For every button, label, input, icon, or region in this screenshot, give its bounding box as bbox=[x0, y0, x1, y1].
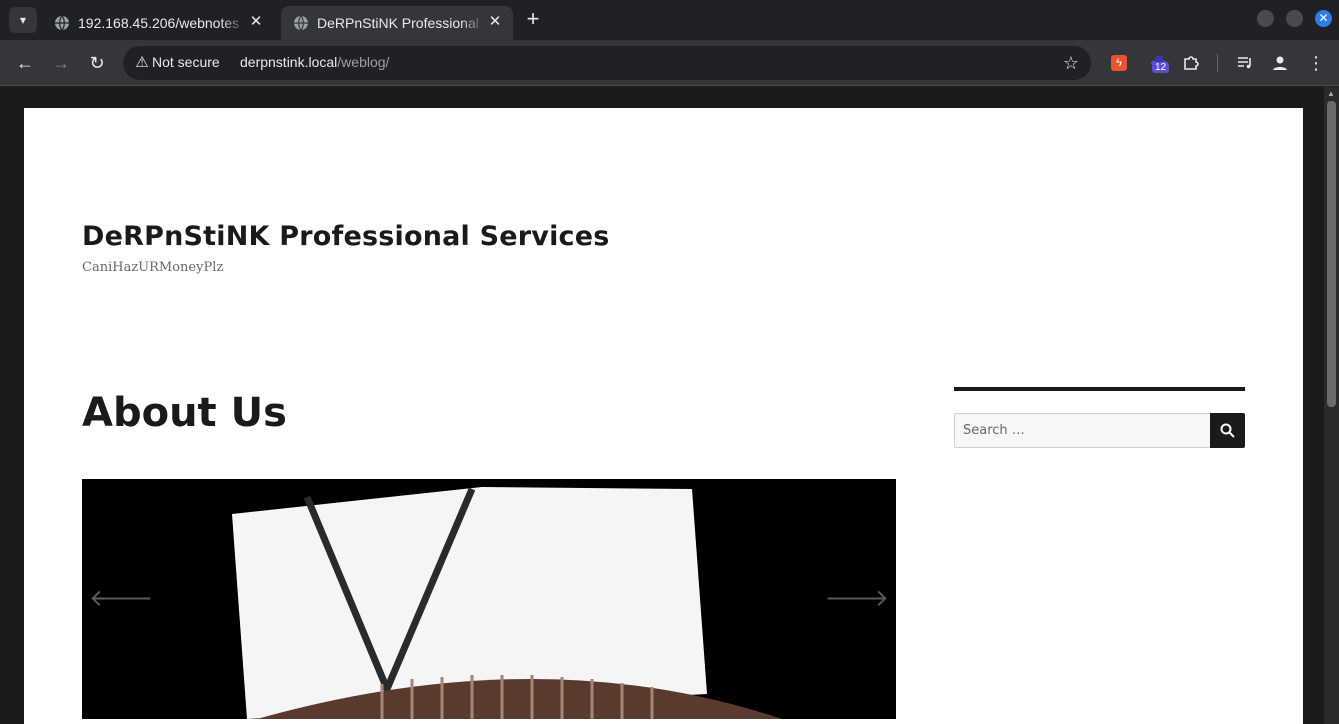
media-icon[interactable] bbox=[1234, 52, 1256, 74]
puzzle-icon[interactable] bbox=[1180, 52, 1202, 74]
url-host: derpnstink.local bbox=[240, 54, 338, 70]
tab-title: 192.168.45.206/webnotes bbox=[78, 15, 240, 31]
site-description: CaniHazURMoneyPlz bbox=[82, 260, 224, 275]
tab-list-button[interactable]: ▾ bbox=[9, 7, 37, 33]
chevron-down-icon: ▾ bbox=[19, 13, 27, 27]
window-close-button[interactable]: ✕ bbox=[1315, 10, 1332, 27]
globe-icon bbox=[294, 15, 308, 31]
url-path: /weblog/ bbox=[337, 54, 390, 70]
search-input[interactable] bbox=[954, 413, 1211, 448]
browser-toolbar: ← → ↻ ⚠ Not secure derpnstink.local/webl… bbox=[0, 40, 1339, 86]
url-text[interactable]: derpnstink.local/weblog/ bbox=[240, 54, 389, 70]
page-scrollbar[interactable]: ▲ bbox=[1324, 87, 1339, 724]
search-icon bbox=[1220, 423, 1235, 438]
forward-icon[interactable]: → bbox=[50, 52, 72, 74]
reload-icon[interactable]: ↻ bbox=[86, 52, 108, 74]
globe-icon bbox=[55, 15, 69, 31]
menu-icon[interactable]: ⋮ bbox=[1305, 52, 1327, 74]
minimize-button[interactable] bbox=[1257, 10, 1274, 27]
plus-icon[interactable]: + bbox=[521, 8, 545, 32]
tab-derpnstink[interactable]: DeRPnStiNK Professional Services ✕ bbox=[281, 6, 513, 40]
search-button[interactable] bbox=[1210, 413, 1245, 448]
security-label[interactable]: Not secure bbox=[152, 54, 220, 70]
site-title[interactable]: DeRPnStiNK Professional Services bbox=[82, 221, 610, 252]
slider-prev-arrow-icon[interactable]: 🡐 bbox=[89, 587, 153, 611]
tab-strip: ▾ 192.168.45.206/webnotes ✕ DeRPnStiNK P… bbox=[0, 0, 1339, 40]
close-icon[interactable]: ✕ bbox=[248, 14, 264, 30]
extension-badge-count: 12 bbox=[1152, 62, 1170, 73]
tab-webnotes[interactable]: 192.168.45.206/webnotes ✕ bbox=[42, 6, 274, 40]
warning-icon[interactable]: ⚠ bbox=[133, 54, 151, 72]
slider-image bbox=[82, 479, 896, 719]
tab-title: DeRPnStiNK Professional Services bbox=[317, 15, 485, 31]
scroll-up-icon[interactable]: ▲ bbox=[1327, 89, 1335, 98]
widget-divider bbox=[954, 387, 1245, 391]
slider-next-arrow-icon[interactable]: 🡒 bbox=[825, 587, 889, 611]
close-icon[interactable]: ✕ bbox=[487, 14, 503, 30]
extension-icon[interactable]: ϟ bbox=[1111, 55, 1127, 71]
back-icon[interactable]: ← bbox=[14, 52, 36, 74]
page-viewport: DeRPnStiNK Professional Services CaniHaz… bbox=[0, 87, 1339, 724]
image-slider[interactable]: 🡐 🡒 bbox=[82, 479, 896, 719]
scrollbar-thumb[interactable] bbox=[1327, 101, 1336, 407]
site-container: DeRPnStiNK Professional Services CaniHaz… bbox=[24, 108, 1303, 724]
star-icon[interactable]: ☆ bbox=[1063, 53, 1079, 74]
address-bar[interactable]: ⚠ Not secure derpnstink.local/weblog/ ☆ bbox=[123, 46, 1091, 80]
page-title: About Us bbox=[82, 390, 287, 436]
profile-icon[interactable] bbox=[1269, 52, 1291, 74]
toolbar-divider bbox=[1217, 54, 1218, 72]
maximize-button[interactable] bbox=[1286, 10, 1303, 27]
extension-badge-button[interactable]: 12 bbox=[1150, 54, 1170, 73]
